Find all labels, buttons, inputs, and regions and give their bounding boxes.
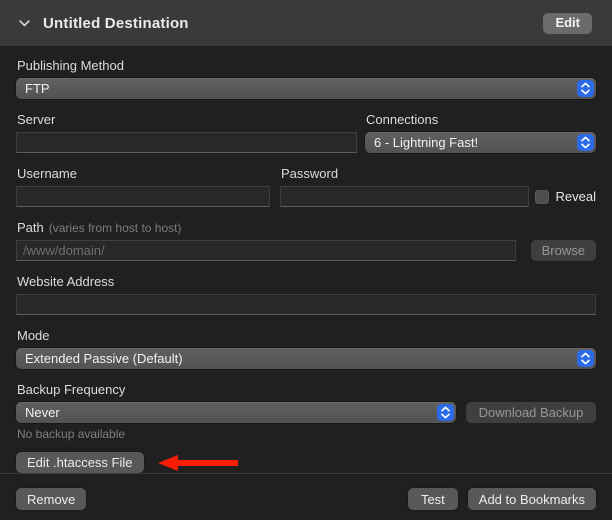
path-label: Path(varies from host to host) — [17, 220, 595, 236]
password-input[interactable] — [280, 186, 529, 207]
connections-label: Connections — [366, 112, 595, 128]
chevrons-up-down-icon — [437, 404, 454, 421]
test-button[interactable]: Test — [408, 488, 458, 510]
path-row: Path(varies from host to host) Browse — [16, 220, 596, 261]
server-connections-row: Server Connections 6 - Lightning Fast! — [16, 112, 596, 153]
mode-label: Mode — [17, 328, 595, 344]
mode-value: Extended Passive (Default) — [25, 351, 183, 366]
add-to-bookmarks-button[interactable]: Add to Bookmarks — [468, 488, 596, 510]
download-backup-button[interactable]: Download Backup — [466, 402, 596, 423]
chevrons-up-down-icon — [577, 134, 594, 151]
publishing-method-label: Publishing Method — [17, 58, 595, 74]
destination-header: Untitled Destination Edit — [0, 0, 612, 46]
reveal-checkbox-group[interactable]: Reveal — [535, 189, 596, 204]
username-input[interactable] — [16, 186, 270, 207]
website-address-row: Website Address — [16, 274, 596, 315]
edit-htaccess-button[interactable]: Edit .htaccess File — [16, 452, 144, 473]
htaccess-row: Edit .htaccess File — [16, 452, 596, 473]
footer-bar: Remove Test Add to Bookmarks — [0, 473, 612, 520]
chevrons-up-down-icon — [577, 80, 594, 97]
edit-button[interactable]: Edit — [543, 13, 592, 34]
connections-popup[interactable]: 6 - Lightning Fast! — [365, 132, 596, 153]
reveal-checkbox[interactable] — [535, 190, 549, 204]
website-address-label: Website Address — [17, 274, 595, 290]
password-label: Password — [281, 166, 528, 182]
credentials-row: Username Password Reveal — [16, 166, 596, 207]
arrow-left-icon — [157, 454, 239, 472]
browse-button[interactable]: Browse — [531, 240, 596, 261]
remove-button[interactable]: Remove — [16, 488, 86, 510]
mode-row: Mode Extended Passive (Default) — [16, 328, 596, 369]
reveal-label: Reveal — [556, 189, 596, 204]
mode-popup[interactable]: Extended Passive (Default) — [16, 348, 596, 369]
disclosure-chevron-icon[interactable] — [18, 17, 30, 29]
backup-status-text: No backup available — [17, 427, 595, 442]
chevrons-up-down-icon — [577, 350, 594, 367]
destination-title: Untitled Destination — [43, 15, 543, 32]
server-input[interactable] — [16, 132, 357, 153]
publishing-destination-panel: Untitled Destination Edit Publishing Met… — [0, 0, 612, 520]
publishing-method-row: Publishing Method FTP — [16, 58, 596, 99]
publishing-method-popup[interactable]: FTP — [16, 78, 596, 99]
path-hint: (varies from host to host) — [49, 221, 182, 235]
backup-frequency-value: Never — [25, 405, 60, 420]
connections-value: 6 - Lightning Fast! — [374, 135, 478, 150]
backup-frequency-label: Backup Frequency — [17, 382, 595, 398]
path-input[interactable] — [16, 240, 516, 261]
backup-frequency-popup[interactable]: Never — [16, 402, 456, 423]
username-label: Username — [17, 166, 269, 182]
backup-frequency-row: Backup Frequency Never Download Backup — [16, 382, 596, 423]
website-address-input[interactable] — [16, 294, 596, 315]
server-label: Server — [17, 112, 356, 128]
publishing-method-value: FTP — [25, 81, 50, 96]
destination-form: Publishing Method FTP Server Connections… — [0, 46, 612, 473]
